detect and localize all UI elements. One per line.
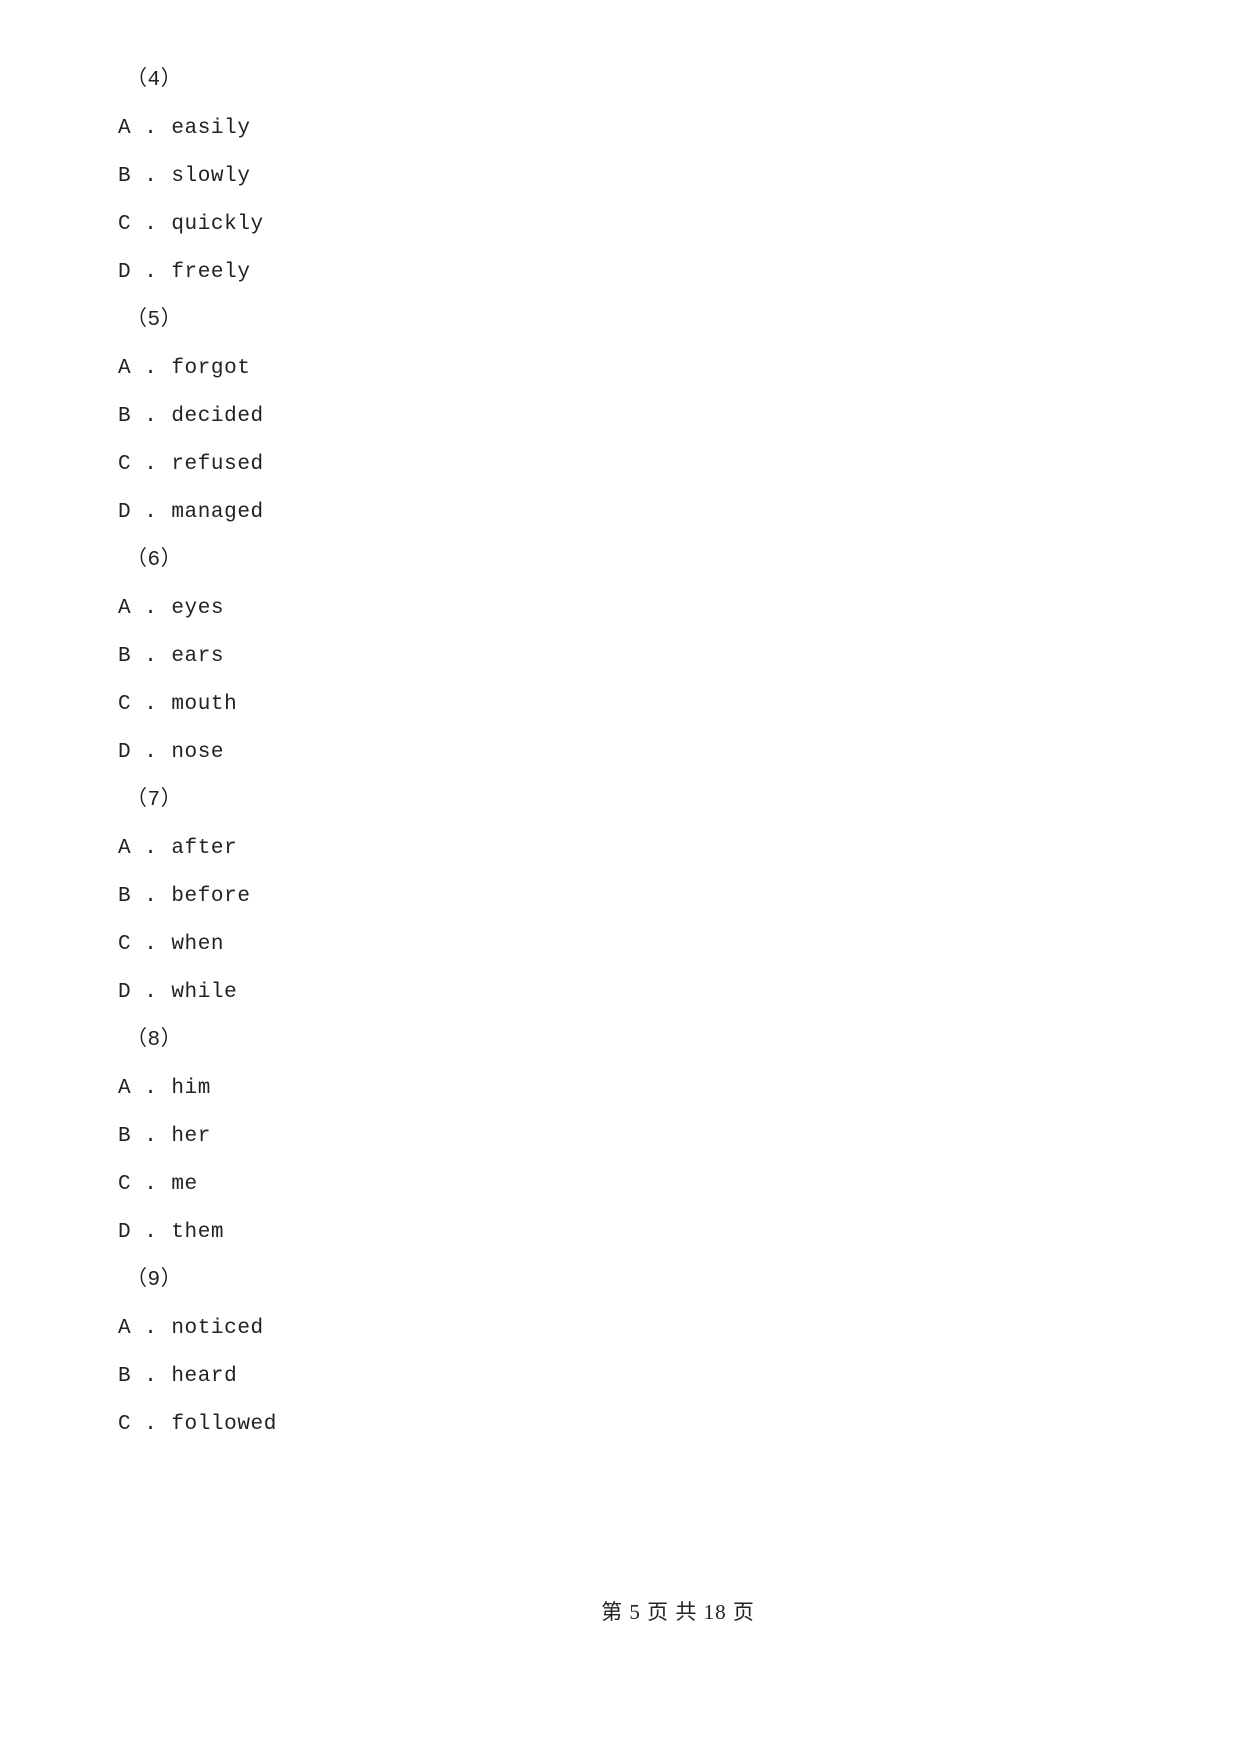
- answer-option[interactable]: A . noticed: [118, 1304, 1118, 1352]
- option-letter: C .: [118, 692, 158, 716]
- option-letter: D .: [118, 980, 158, 1004]
- option-text: heard: [171, 1364, 238, 1388]
- answer-option[interactable]: D . nose: [118, 728, 1118, 776]
- answer-option[interactable]: C . mouth: [118, 680, 1118, 728]
- answer-option[interactable]: B . heard: [118, 1352, 1118, 1400]
- option-letter: B .: [118, 1124, 158, 1148]
- question-number: （8）: [126, 1028, 183, 1052]
- question-number: （9）: [126, 1268, 183, 1292]
- option-letter: B .: [118, 644, 158, 668]
- option-text: easily: [171, 116, 251, 140]
- answer-option[interactable]: D . them: [118, 1208, 1118, 1256]
- option-text: noticed: [171, 1316, 264, 1340]
- option-text: freely: [171, 260, 251, 284]
- option-letter: B .: [118, 404, 158, 428]
- answer-option[interactable]: A . after: [118, 824, 1118, 872]
- option-text: when: [171, 932, 225, 956]
- option-letter: D .: [118, 740, 158, 764]
- answer-option[interactable]: B . ears: [118, 632, 1118, 680]
- question-number: （7）: [126, 788, 183, 812]
- option-text: them: [171, 1220, 225, 1244]
- option-letter: C .: [118, 932, 158, 956]
- answer-option[interactable]: A . easily: [118, 104, 1118, 152]
- option-text: him: [171, 1076, 211, 1100]
- answer-option[interactable]: D . managed: [118, 488, 1118, 536]
- question-number: （4）: [126, 68, 183, 92]
- option-letter: C .: [118, 452, 158, 476]
- option-text: refused: [171, 452, 264, 476]
- answer-option[interactable]: D . while: [118, 968, 1118, 1016]
- option-text: mouth: [171, 692, 238, 716]
- page-footer: 第 5 页 共 18 页: [601, 1600, 755, 1624]
- option-text: ears: [171, 644, 225, 668]
- option-text: slowly: [171, 164, 251, 188]
- document-page: （4） A . easily B . slowly C . quickly D . freely…: [0, 0, 1240, 1753]
- option-letter: A .: [118, 596, 158, 620]
- option-letter: A .: [118, 1316, 158, 1340]
- question-list: （4） A . easily B . slowly C . quickly D . freely…: [118, 56, 1118, 1448]
- option-letter: C .: [118, 1412, 158, 1436]
- option-letter: D .: [118, 500, 158, 524]
- option-text: me: [171, 1172, 198, 1196]
- answer-option[interactable]: B . slowly: [118, 152, 1118, 200]
- option-text: after: [171, 836, 238, 860]
- option-letter: D .: [118, 260, 158, 284]
- answer-option[interactable]: C . quickly: [118, 200, 1118, 248]
- option-letter: C .: [118, 1172, 158, 1196]
- option-letter: D .: [118, 1220, 158, 1244]
- option-letter: B .: [118, 1364, 158, 1388]
- option-letter: A .: [118, 356, 158, 380]
- option-text: eyes: [171, 596, 225, 620]
- option-letter: C .: [118, 212, 158, 236]
- option-text: nose: [171, 740, 225, 764]
- answer-option[interactable]: B . decided: [118, 392, 1118, 440]
- answer-option[interactable]: C . when: [118, 920, 1118, 968]
- option-text: forgot: [171, 356, 251, 380]
- option-text: managed: [171, 500, 264, 524]
- option-text: quickly: [171, 212, 264, 236]
- answer-option[interactable]: A . him: [118, 1064, 1118, 1112]
- option-letter: A .: [118, 116, 158, 140]
- answer-option[interactable]: B . her: [118, 1112, 1118, 1160]
- answer-option[interactable]: C . me: [118, 1160, 1118, 1208]
- option-letter: A .: [118, 836, 158, 860]
- question-number: （5）: [126, 308, 183, 332]
- answer-option[interactable]: C . followed: [118, 1400, 1118, 1448]
- option-text: before: [171, 884, 251, 908]
- answer-option[interactable]: C . refused: [118, 440, 1118, 488]
- question-number: （6）: [126, 548, 183, 572]
- option-text: while: [171, 980, 238, 1004]
- option-text: followed: [171, 1412, 277, 1436]
- answer-option[interactable]: A . forgot: [118, 344, 1118, 392]
- option-text: decided: [171, 404, 264, 428]
- option-letter: B .: [118, 884, 158, 908]
- answer-option[interactable]: B . before: [118, 872, 1118, 920]
- answer-option[interactable]: A . eyes: [118, 584, 1118, 632]
- option-letter: A .: [118, 1076, 158, 1100]
- option-letter: B .: [118, 164, 158, 188]
- answer-option[interactable]: D . freely: [118, 248, 1118, 296]
- option-text: her: [171, 1124, 211, 1148]
